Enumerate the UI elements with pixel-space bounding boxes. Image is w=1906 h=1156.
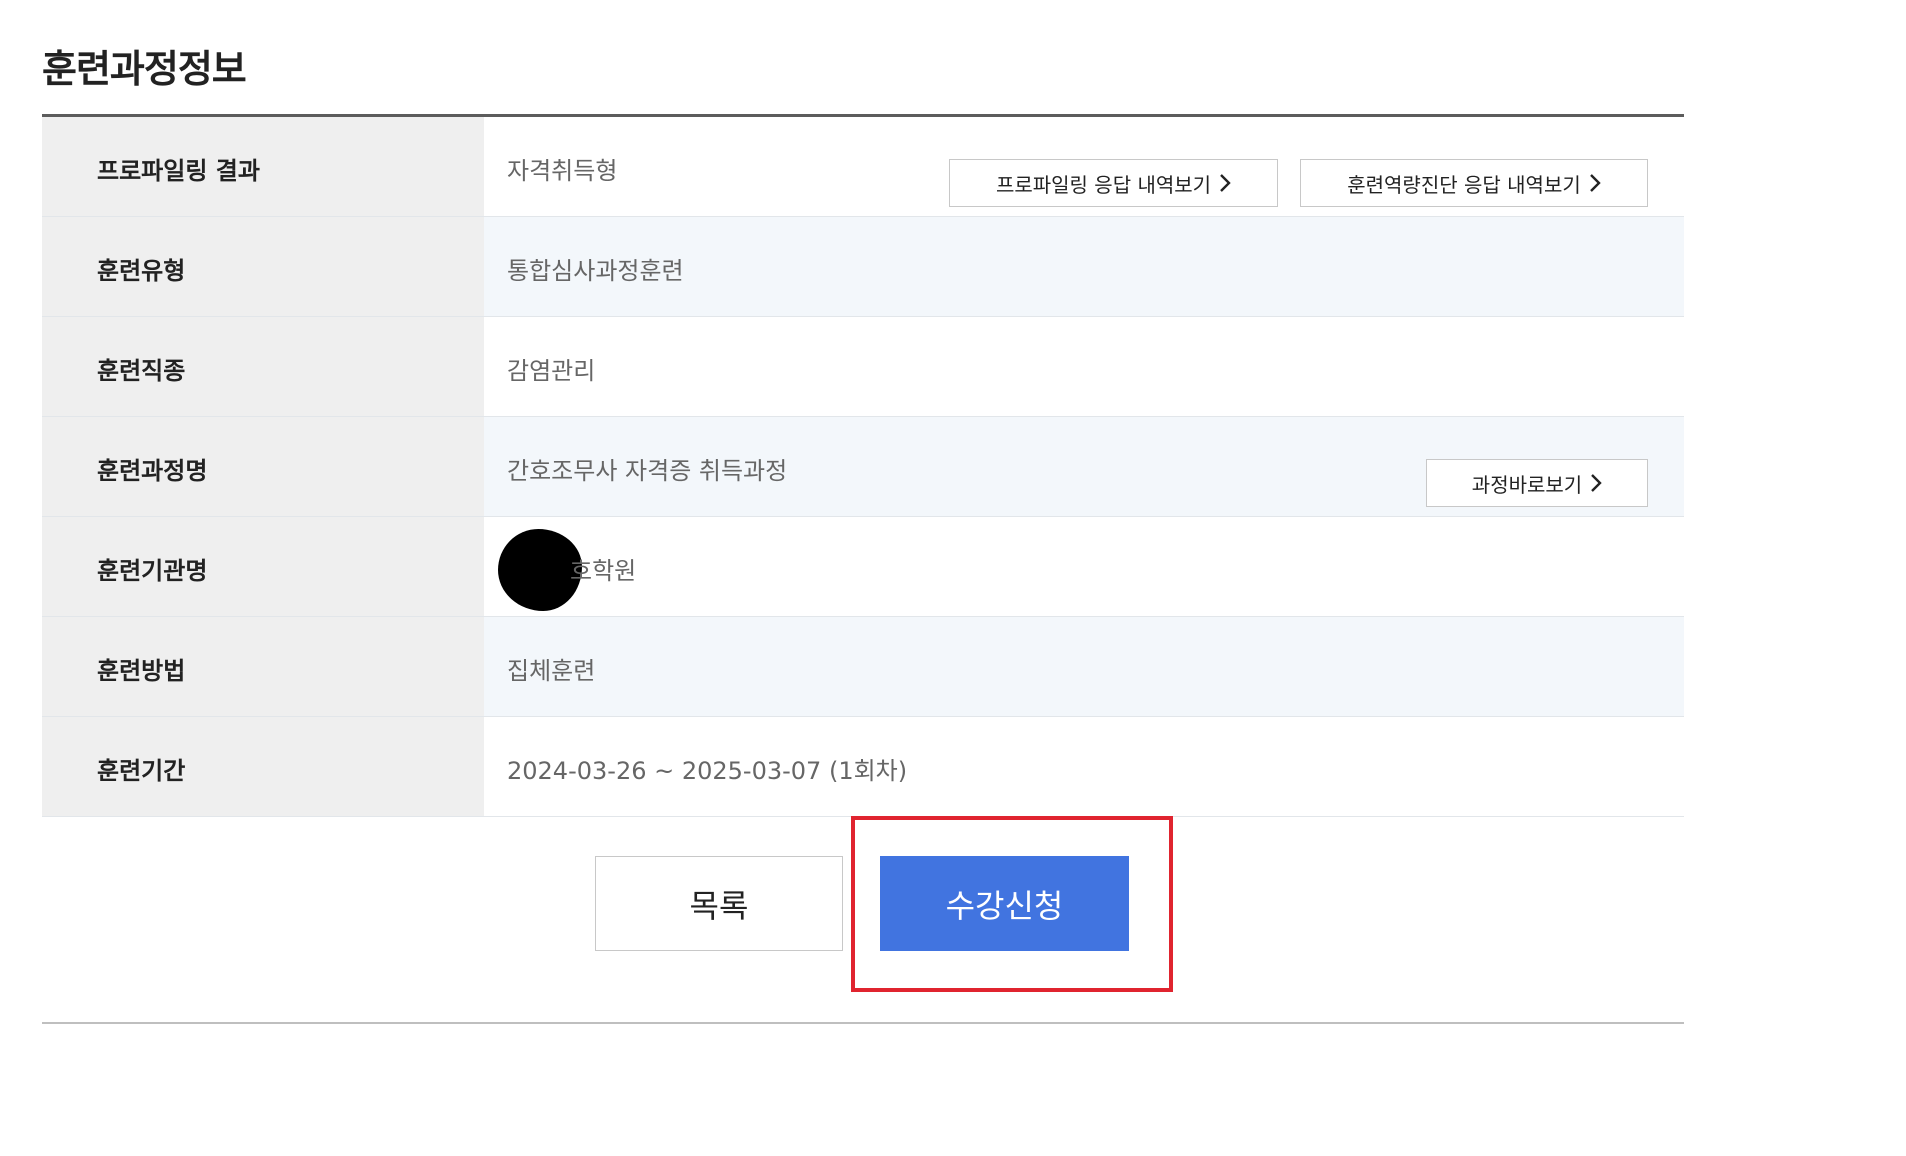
info-value: 통합심사과정훈련	[484, 217, 1684, 316]
info-value: 자격취득형	[507, 157, 618, 185]
info-row-period: 훈련기간 2024-03-26 ~ 2025-03-07 (1회차)	[42, 717, 1684, 817]
info-value: 감염관리	[507, 357, 596, 385]
highlight-box	[851, 816, 1173, 992]
info-label: 훈련과정명	[42, 417, 484, 516]
profiling-response-button[interactable]: 프로파일링 응답 내역보기	[949, 159, 1278, 207]
competency-response-button[interactable]: 훈련역량진단 응답 내역보기	[1300, 159, 1648, 207]
info-label: 훈련직종	[42, 317, 484, 416]
info-label: 훈련유형	[42, 217, 484, 316]
course-info-table: 프로파일링 결과 자격취득형 프로파일링 응답 내역보기 훈련역량진단 응답 내…	[42, 114, 1684, 817]
info-value: 집체훈련	[484, 617, 1684, 716]
info-label: 훈련방법	[42, 617, 484, 716]
list-button[interactable]: 목록	[595, 856, 843, 951]
info-row-occupation: 훈련직종 감염관리	[42, 317, 1684, 417]
page: 훈련과정정보 프로파일링 결과 자격취득형 프로파일링 응답 내역보기 훈련역량…	[0, 0, 1906, 1156]
chevron-right-icon	[1589, 173, 1601, 193]
info-row-profiling: 프로파일링 결과 자격취득형 프로파일링 응답 내역보기 훈련역량진단 응답 내…	[42, 117, 1684, 217]
info-value: 간호조무사 자격증 취득과정	[507, 457, 788, 485]
info-value: 호학원	[570, 557, 637, 585]
info-value-cell: 호학원	[484, 517, 1684, 616]
competency-response-label: 훈련역량진단 응답 내역보기	[1347, 172, 1581, 197]
course-direct-label: 과정바로보기	[1471, 472, 1583, 497]
info-row-method: 훈련방법 집체훈련	[42, 617, 1684, 717]
section-title: 훈련과정정보	[42, 47, 247, 91]
info-row-training-type: 훈련유형 통합심사과정훈련	[42, 217, 1684, 317]
divider	[42, 1022, 1684, 1024]
info-value-cell: 자격취득형 프로파일링 응답 내역보기 훈련역량진단 응답 내역보기	[484, 117, 1684, 216]
info-row-course-name: 훈련과정명 간호조무사 자격증 취득과정 과정바로보기	[42, 417, 1684, 517]
chevron-right-icon	[1590, 473, 1602, 493]
course-direct-button[interactable]: 과정바로보기	[1426, 459, 1648, 507]
info-value-cell: 간호조무사 자격증 취득과정 과정바로보기	[484, 417, 1684, 516]
info-row-institution: 훈련기관명 호학원	[42, 517, 1684, 617]
info-value: 2024-03-26 ~ 2025-03-07 (1회차)	[507, 757, 908, 785]
info-label: 훈련기관명	[42, 517, 484, 616]
info-label: 프로파일링 결과	[42, 117, 484, 216]
profiling-response-label: 프로파일링 응답 내역보기	[995, 172, 1212, 197]
chevron-right-icon	[1219, 173, 1231, 193]
info-label: 훈련기간	[42, 717, 484, 816]
